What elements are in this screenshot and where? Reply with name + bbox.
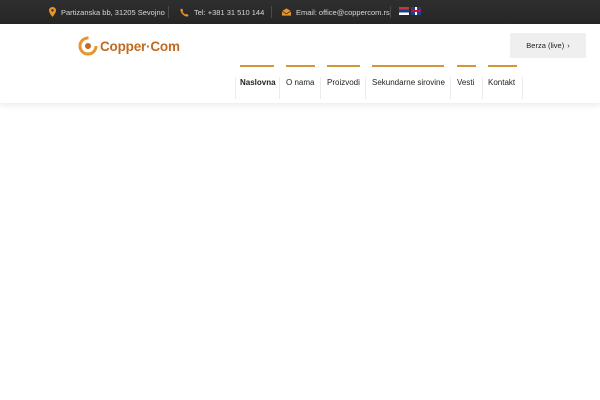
nav-accent-bar <box>488 65 517 67</box>
nav-divider <box>365 77 366 99</box>
nav-item-label: O nama <box>286 77 315 87</box>
nav-item-label: Vesti <box>457 77 475 87</box>
chevron-right-icon: › <box>567 41 570 50</box>
email-item[interactable]: Email: office@coppercom.rs <box>282 0 390 24</box>
address-item: Partizanska bb, 31205 Sevojno <box>49 0 165 24</box>
divider <box>390 6 391 18</box>
nav-accent-bar <box>372 65 444 67</box>
berza-live-button[interactable]: Berza (live) › <box>510 33 586 58</box>
logo[interactable]: Copper·Com <box>78 36 180 56</box>
nav-item-proizvodi[interactable]: Proizvodi <box>327 65 360 99</box>
divider <box>271 6 272 18</box>
email-text[interactable]: Email: office@coppercom.rs <box>296 8 390 17</box>
nav-divider <box>450 77 451 99</box>
berza-label: Berza (live) <box>526 41 565 50</box>
logo-text: Copper·Com <box>100 38 180 54</box>
nav-item-o-nama[interactable]: O nama <box>286 65 315 99</box>
nav-item-sekundarne-sirovine[interactable]: Sekundarne sirovine <box>372 65 445 99</box>
nav-item-label: Proizvodi <box>327 77 360 87</box>
serbian-flag-icon[interactable] <box>399 7 409 15</box>
nav-item-vesti[interactable]: Vesti <box>457 65 476 99</box>
nav-accent-bar <box>327 65 360 67</box>
address-text: Partizanska bb, 31205 Sevojno <box>61 7 165 17</box>
divider <box>168 6 169 18</box>
nav-divider <box>279 77 280 99</box>
nav-accent-bar <box>457 65 476 67</box>
main-header: Copper·Com Berza (live) › Naslovna O nam… <box>0 24 600 103</box>
nav-accent-bar <box>240 65 274 67</box>
nav-divider <box>320 77 321 99</box>
nav-item-kontakt[interactable]: Kontakt <box>488 65 517 99</box>
phone-icon <box>180 7 189 17</box>
nav-item-label: Sekundarne sirovine <box>372 77 445 87</box>
nav-divider <box>522 77 523 99</box>
phone-text[interactable]: Tel: +381 31 510 144 <box>194 8 264 17</box>
top-bar: Partizanska bb, 31205 Sevojno Tel: +381 … <box>0 0 600 24</box>
phone-item[interactable]: Tel: +381 31 510 144 <box>180 0 264 24</box>
nav-accent-bar <box>286 65 315 67</box>
map-pin-icon <box>49 7 56 17</box>
uk-flag-icon[interactable] <box>411 7 421 15</box>
nav-item-label: Naslovna <box>240 77 276 87</box>
nav-divider <box>482 77 483 99</box>
nav-item-naslovna[interactable]: Naslovna <box>240 65 276 99</box>
nav-divider <box>235 77 236 99</box>
logo-mark-icon <box>78 36 98 56</box>
language-switcher <box>399 7 421 15</box>
envelope-icon <box>282 8 291 16</box>
nav-item-label: Kontakt <box>488 77 516 87</box>
